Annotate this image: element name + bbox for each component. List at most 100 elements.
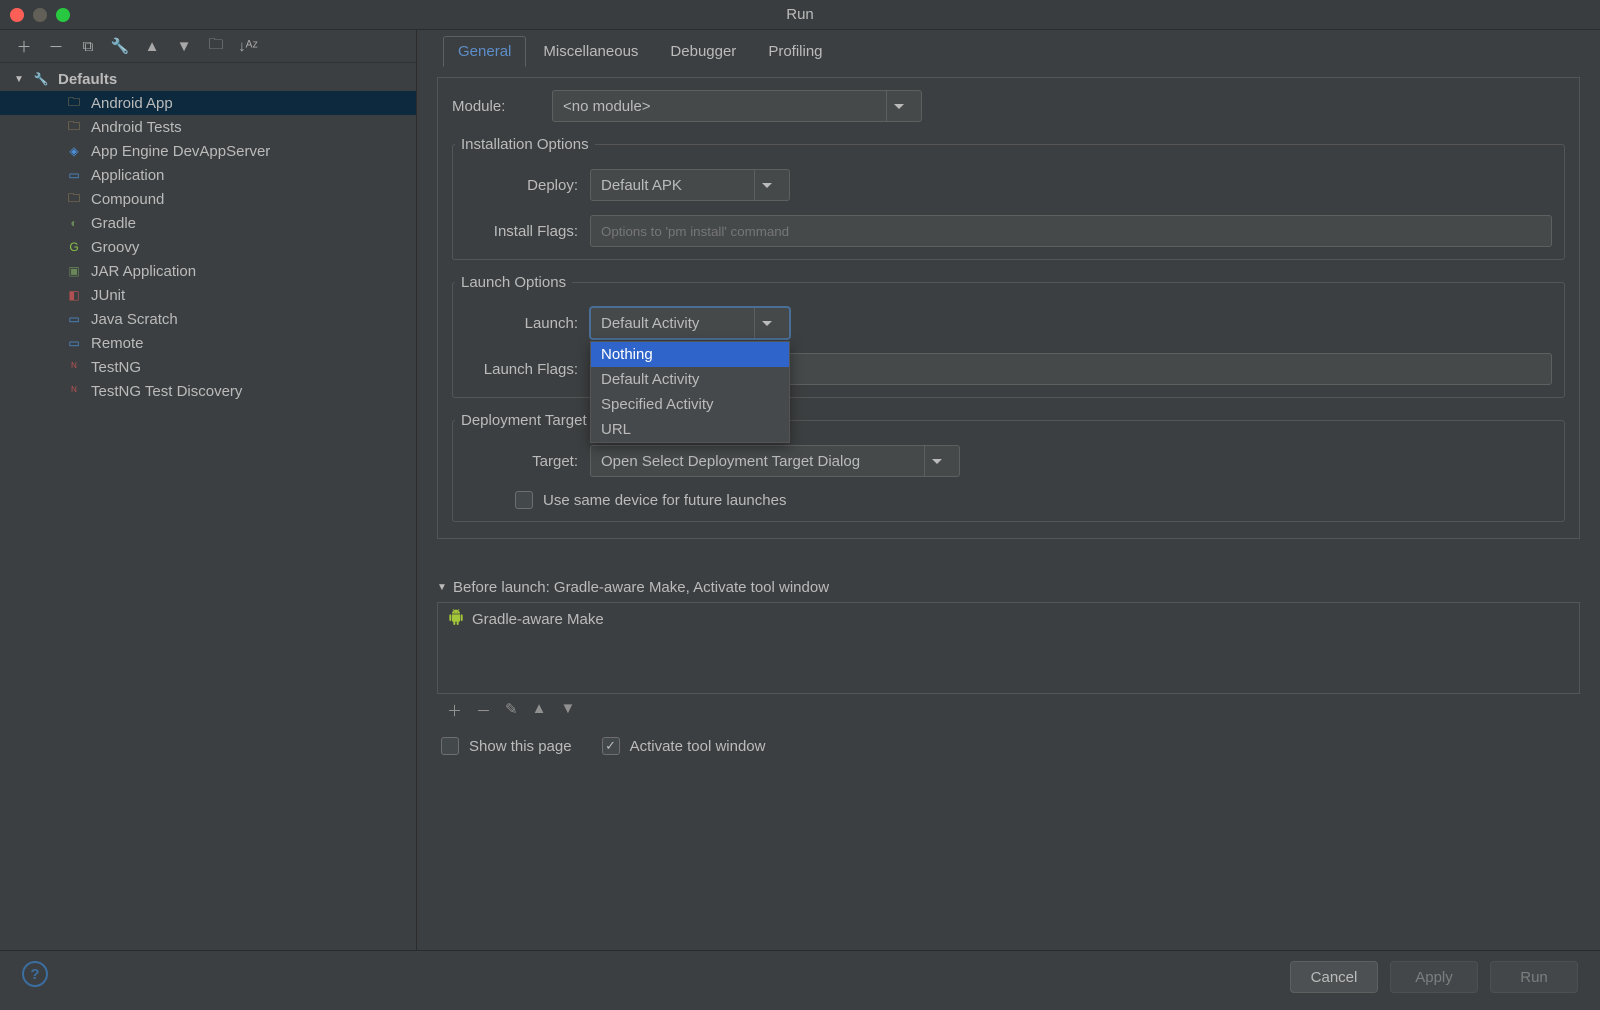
tab-miscellaneous[interactable]: Miscellaneous	[528, 36, 653, 67]
before-launch-title: Before launch: Gradle-aware Make, Activa…	[453, 579, 829, 596]
sidebar-toolbar: ＋ － ⧉ 🔧 ▲ ▼ 🗀 ↓ᴬᶻ	[0, 30, 416, 63]
titlebar: Run	[0, 0, 1600, 30]
dropdown-option-url[interactable]: URL	[591, 417, 789, 442]
tree-item-label: JAR Application	[91, 263, 196, 280]
sidebar: ＋ － ⧉ 🔧 ▲ ▼ 🗀 ↓ᴬᶻ ▼ 🔧 Defaults 🗀 Android…	[0, 30, 417, 950]
expand-arrow-icon[interactable]: ▼	[14, 74, 24, 85]
tree-item-label: Groovy	[91, 239, 139, 256]
jar-icon: ▣	[65, 262, 83, 280]
deploy-label: Deploy:	[475, 177, 590, 194]
launch-value: Default Activity	[601, 315, 699, 332]
window-title: Run	[786, 6, 814, 23]
before-launch-section: ▼ Before launch: Gradle-aware Make, Acti…	[437, 579, 1580, 765]
remote-icon: ▭	[65, 334, 83, 352]
testng-icon: ᴺ	[65, 358, 83, 376]
junit-icon: ◧	[65, 286, 83, 304]
tree-item-label: Java Scratch	[91, 311, 178, 328]
activate-tool-window-label: Activate tool window	[630, 738, 766, 755]
launch-select[interactable]: Default Activity Nothing Default Activit…	[590, 307, 790, 339]
installation-legend: Installation Options	[455, 136, 595, 153]
gradle-icon: ◐	[65, 214, 83, 232]
dropdown-option-default-activity[interactable]: Default Activity	[591, 367, 789, 392]
before-launch-header[interactable]: ▼ Before launch: Gradle-aware Make, Acti…	[437, 579, 1580, 596]
application-icon: ▭	[65, 166, 83, 184]
tree-item-application[interactable]: ▭ Application	[0, 163, 416, 187]
bl-down-icon[interactable]: ▼	[560, 700, 575, 721]
tab-general[interactable]: General	[443, 36, 526, 67]
tab-bar: General Miscellaneous Debugger Profiling	[443, 36, 1580, 67]
apply-button[interactable]: Apply	[1390, 961, 1478, 993]
tree-item-junit[interactable]: ◧ JUnit	[0, 283, 416, 307]
tree-item-testng[interactable]: ᴺ TestNG	[0, 355, 416, 379]
dropdown-option-nothing[interactable]: Nothing	[591, 342, 789, 367]
deploy-value: Default APK	[601, 177, 682, 194]
groovy-icon: G	[65, 238, 83, 256]
module-select[interactable]: <no module>	[552, 90, 922, 122]
tree-item-label: JUnit	[91, 287, 125, 304]
tree-item-testng-discovery[interactable]: ᴺ TestNG Test Discovery	[0, 379, 416, 403]
dropdown-arrow-icon	[754, 170, 779, 200]
close-window-icon[interactable]	[10, 8, 24, 22]
folder-icon: 🗀	[65, 118, 83, 136]
before-launch-item[interactable]: Gradle-aware Make	[438, 603, 1579, 635]
folder-icon: 🗀	[65, 94, 83, 112]
copy-config-icon[interactable]: ⧉	[78, 36, 98, 56]
tree-item-label: Application	[91, 167, 164, 184]
tree-item-android-tests[interactable]: 🗀 Android Tests	[0, 115, 416, 139]
deploy-select[interactable]: Default APK	[590, 169, 790, 201]
android-icon	[448, 609, 464, 629]
tab-profiling[interactable]: Profiling	[753, 36, 837, 67]
same-device-checkbox[interactable]	[515, 491, 533, 509]
tree-item-label: App Engine DevAppServer	[91, 143, 270, 160]
tree-item-compound[interactable]: 🗀 Compound	[0, 187, 416, 211]
activate-tool-window-checkbox[interactable]: ✓	[602, 737, 620, 755]
config-tree: ▼ 🔧 Defaults 🗀 Android App 🗀 Android Tes…	[0, 63, 416, 407]
dropdown-option-specified-activity[interactable]: Specified Activity	[591, 392, 789, 417]
bl-up-icon[interactable]: ▲	[532, 700, 547, 721]
target-select[interactable]: Open Select Deployment Target Dialog	[590, 445, 960, 477]
module-value: <no module>	[563, 98, 651, 115]
minimize-window-icon	[33, 8, 47, 22]
dropdown-arrow-icon	[924, 446, 949, 476]
dropdown-arrow-icon	[886, 91, 911, 121]
help-icon[interactable]: ?	[22, 961, 48, 987]
sort-az-icon[interactable]: ↓ᴬᶻ	[238, 36, 258, 56]
tree-item-java-scratch[interactable]: ▭ Java Scratch	[0, 307, 416, 331]
install-flags-input[interactable]	[590, 215, 1552, 247]
appengine-icon: ◈	[65, 142, 83, 160]
target-label: Target:	[475, 453, 590, 470]
tree-item-label: Remote	[91, 335, 144, 352]
maximize-window-icon[interactable]	[56, 8, 70, 22]
show-this-page-checkbox[interactable]	[441, 737, 459, 755]
tab-debugger[interactable]: Debugger	[655, 36, 751, 67]
tree-item-jar[interactable]: ▣ JAR Application	[0, 259, 416, 283]
tree-item-groovy[interactable]: G Groovy	[0, 235, 416, 259]
cancel-button[interactable]: Cancel	[1290, 961, 1378, 993]
settings-icon[interactable]: 🔧	[110, 36, 130, 56]
tree-root-defaults[interactable]: ▼ 🔧 Defaults	[0, 67, 416, 91]
dropdown-arrow-icon	[754, 308, 779, 338]
content-pane: General Miscellaneous Debugger Profiling…	[417, 30, 1600, 950]
before-launch-item-label: Gradle-aware Make	[472, 611, 604, 628]
bl-remove-icon[interactable]: －	[476, 700, 491, 721]
launch-dropdown-list: Nothing Default Activity Specified Activ…	[590, 341, 790, 443]
before-launch-toolbar: ＋ － ✎ ▲ ▼	[437, 694, 1580, 727]
tree-item-remote[interactable]: ▭ Remote	[0, 331, 416, 355]
move-up-icon[interactable]: ▲	[142, 36, 162, 56]
add-config-icon[interactable]: ＋	[14, 36, 34, 56]
tree-item-gradle[interactable]: ◐ Gradle	[0, 211, 416, 235]
tree-item-android-app[interactable]: 🗀 Android App	[0, 91, 416, 115]
tree-item-appengine[interactable]: ◈ App Engine DevAppServer	[0, 139, 416, 163]
folder-icon: 🗀	[65, 190, 83, 208]
tree-root-label: Defaults	[58, 71, 117, 88]
run-button[interactable]: Run	[1490, 961, 1578, 993]
bl-edit-icon[interactable]: ✎	[505, 700, 518, 721]
folder-icon[interactable]: 🗀	[206, 36, 226, 56]
tree-item-label: Android App	[91, 95, 173, 112]
remove-config-icon[interactable]: －	[46, 36, 66, 56]
tree-item-label: Gradle	[91, 215, 136, 232]
collapse-arrow-icon[interactable]: ▼	[437, 582, 447, 593]
move-down-icon[interactable]: ▼	[174, 36, 194, 56]
testng-icon: ᴺ	[65, 382, 83, 400]
bl-add-icon[interactable]: ＋	[447, 700, 462, 721]
